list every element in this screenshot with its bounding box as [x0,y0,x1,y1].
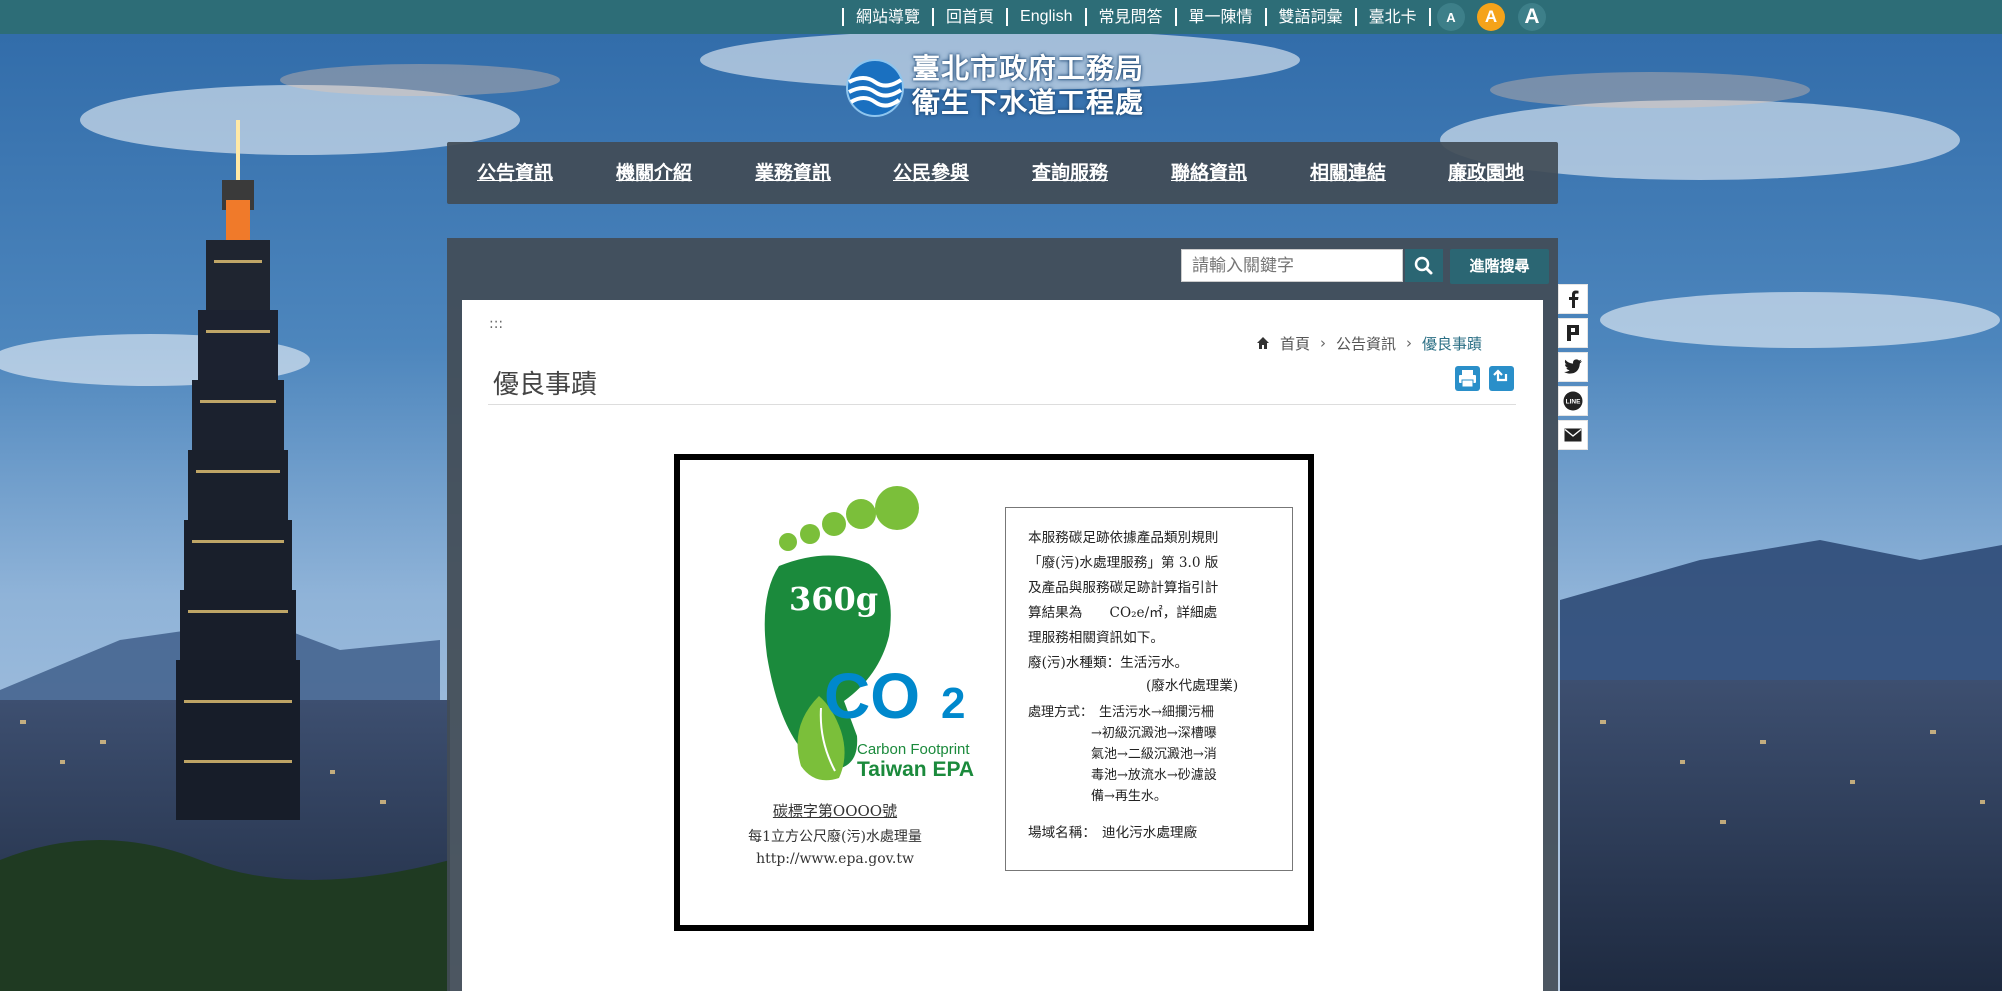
info-line: 本服務碳足跡依據產品類別規則 [1028,530,1219,546]
share-line-button[interactable]: LINE [1558,386,1588,416]
breadcrumb-current: 優良事蹟 [1422,334,1483,353]
method-line: 氣池→二級沉澱池→消 [1091,747,1217,762]
link-english[interactable]: English [1020,0,1072,34]
co2-label: CO [824,660,920,732]
treatment-method-steps: 生活污水→細攔污柵 →初級沉澱池→深槽曝 氣池→二級沉澱池→消 毒池→放流水→砂… [1091,702,1217,807]
facebook-icon [1569,290,1579,308]
back-button[interactable] [1489,366,1514,391]
method-line: →初級沉澱池→深槽曝 [1091,726,1217,741]
nav-contact-info[interactable]: 聯絡資訊 [1171,142,1247,204]
nav-public-participation[interactable]: 公民參與 [893,142,969,204]
advanced-search-button[interactable]: 進階搜尋 [1450,249,1549,284]
nav-about[interactable]: 機關介紹 [616,142,692,204]
carbon-footprint-logo: 360g CO 2 Carbon Footprint Taiwan EPA [764,486,974,781]
link-petition[interactable]: 單一陳情 [1189,0,1253,34]
accesskey-anchor[interactable]: ::: [489,316,503,332]
top-links: 網站導覽 回首頁 English 常見問答 單一陳情 雙語詞彙 臺北卡 [830,0,1443,34]
main-navigation: 公告資訊 機關介紹 業務資訊 公民參與 查詢服務 聯絡資訊 相關連結 廉政園地 [447,142,1558,204]
cert-url: http://www.epa.gov.tw [756,851,914,867]
info-line: 及產品與服務碳足跡計算指引計 [1028,580,1219,596]
separator [1174,8,1177,26]
print-icon [1455,366,1480,391]
breadcrumb-announcements[interactable]: 公告資訊 [1336,333,1396,354]
link-taipei-card[interactable]: 臺北卡 [1369,0,1417,34]
treatment-method-label: 處理方式： [1028,705,1094,720]
home-icon [1257,337,1269,349]
print-button[interactable] [1455,366,1480,391]
breadcrumb-chevron-icon: › [1406,334,1413,352]
link-sitemap[interactable]: 網站導覽 [856,0,920,34]
search-input[interactable] [1181,249,1403,282]
nav-query-services[interactable]: 查詢服務 [1032,142,1108,204]
breadcrumb: 首頁 › 公告資訊 › 優良事蹟 [1256,333,1482,353]
info-line: 「廢(污)水處理服務」第 3.0 版 [1028,555,1219,571]
twitter-icon [1564,359,1582,374]
wastewater-type-note: (廢水代處理業) [1146,678,1239,694]
logo-line-1: 臺北市政府工務局 [912,52,1145,85]
link-bilingual-glossary[interactable]: 雙語詞彙 [1279,0,1343,34]
breadcrumb-home[interactable]: 首頁 [1280,333,1310,354]
search-button[interactable] [1405,249,1443,282]
title-divider [488,404,1516,405]
nav-announcements[interactable]: 公告資訊 [477,142,553,204]
info-line: 算結果為 CO₂e/㎡，詳細處 [1028,605,1218,621]
logo-line-2: 衛生下水道工程處 [912,86,1145,119]
share-plurk-button[interactable] [1558,318,1588,348]
separator [842,8,844,26]
site-name-value: 迪化污水處理廠 [1101,825,1198,841]
carbon-footprint-label: Carbon Footprint [857,741,970,758]
site-name-label: 場域名稱： [1028,825,1096,841]
link-home[interactable]: 回首頁 [946,0,994,34]
co2-subscript: 2 [941,679,965,728]
method-line: 備→再生水。 [1091,789,1167,804]
nav-related-links[interactable]: 相關連結 [1310,142,1386,204]
share-email-button[interactable] [1558,420,1588,450]
info-line: 理服務相關資訊如下。 [1028,630,1164,646]
email-icon [1564,428,1582,442]
wastewater-type-row: 廢(污)水種類：生活污水。 [1028,651,1276,676]
logo-emblem-icon [846,59,904,117]
cert-info-box: 本服務碳足跡依據產品類別規則 「廢(污)水處理服務」第 3.0 版 及產品與服務… [1005,507,1293,871]
carbon-footprint-certificate: 360g CO 2 Carbon Footprint Taiwan EPA 碳標… [674,454,1314,931]
method-line: 毒池→放流水→砂濾設 [1091,768,1217,783]
cert-unit: 每1立方公尺廢(污)水處理量 [748,829,922,845]
search-icon [1414,256,1433,275]
method-line: 生活污水→細攔污柵 [1099,705,1214,720]
breadcrumb-chevron-icon: › [1320,334,1327,352]
separator [1354,8,1357,26]
separator [932,8,935,26]
cert-number: 碳標字第OOOO號 [772,802,898,820]
font-size-large-button[interactable]: A [1518,3,1546,31]
share-facebook-button[interactable] [1558,284,1588,314]
taiwan-epa-label: Taiwan EPA [857,758,974,781]
line-icon: LINE [1563,391,1583,411]
separator [1006,8,1009,26]
separator [1264,8,1267,26]
site-logo[interactable]: 臺北市政府工務局 衛生下水道工程處 [846,52,1166,124]
top-utility-bar: 網站導覽 回首頁 English 常見問答 單一陳情 雙語詞彙 臺北卡 A A … [0,0,2002,34]
font-size-small-button[interactable]: A [1437,3,1465,31]
nav-integrity[interactable]: 廉政園地 [1448,142,1524,204]
share-twitter-button[interactable] [1558,352,1588,382]
plurk-icon [1567,325,1579,341]
font-size-medium-button[interactable]: A [1477,3,1505,31]
site-name-row: 場域名稱： 迪化污水處理廠 [1028,821,1276,846]
footprint-value: 360g [789,580,878,618]
wastewater-type-label: 廢(污)水種類： [1028,655,1121,671]
link-faq[interactable]: 常見問答 [1099,0,1163,34]
separator [1084,8,1087,26]
nav-business-info[interactable]: 業務資訊 [755,142,831,204]
return-icon [1489,366,1514,391]
page-title: 優良事蹟 [493,370,598,400]
logo-title: 臺北市政府工務局 衛生下水道工程處 [912,52,1144,120]
svg-text:LINE: LINE [1566,399,1581,406]
separator [1428,8,1431,26]
treatment-method-row: 處理方式： 生活污水→細攔污柵 →初級沉澱池→深槽曝 氣池→二級沉澱池→消 毒池… [1028,702,1276,807]
wastewater-type-value: 生活污水。 [1120,655,1189,671]
